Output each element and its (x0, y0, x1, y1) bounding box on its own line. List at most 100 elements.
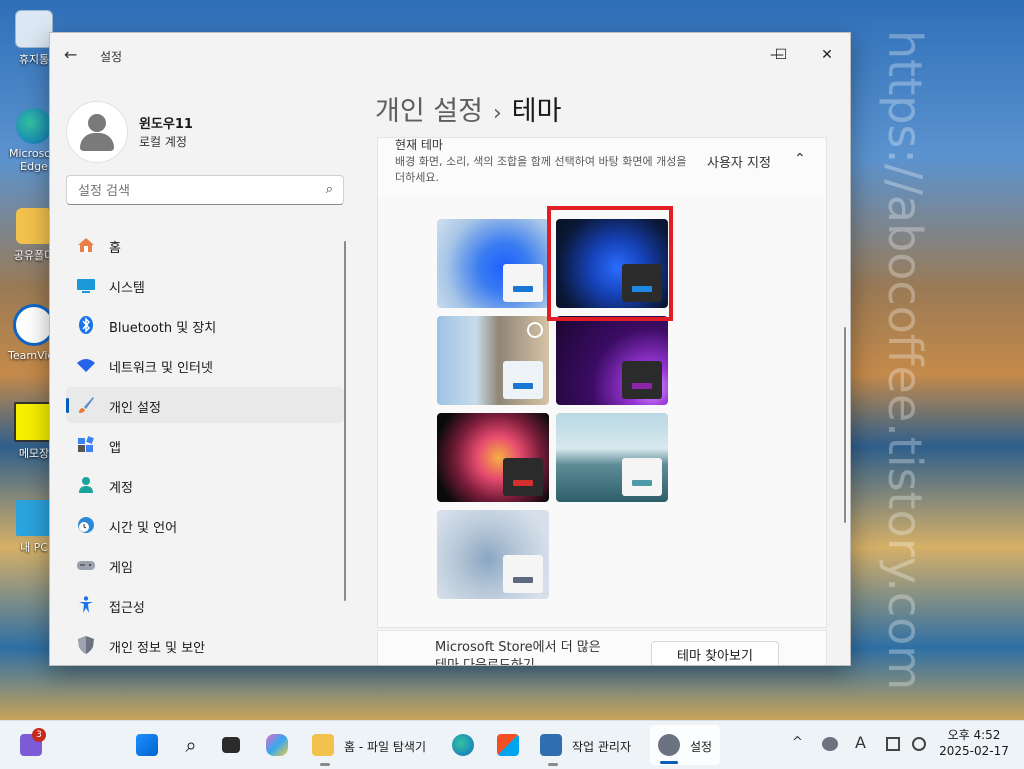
sidebar-item-network[interactable]: 네트워크 및 인터넷 (66, 347, 344, 383)
ime-indicator-icon[interactable]: A (855, 733, 866, 752)
notepad-icon (14, 402, 54, 442)
store-text-line2: 테마 다운로드하기 (435, 658, 535, 666)
close-button[interactable]: ✕ (813, 41, 841, 69)
sidebar-item-accessibility[interactable]: 접근성 (66, 587, 344, 623)
chevron-up-icon[interactable]: ⌃ (794, 151, 806, 167)
avatar (66, 101, 128, 163)
breadcrumb-parent[interactable]: 개인 설정 (375, 96, 483, 127)
taskbar-settings[interactable]: 설정 (650, 725, 720, 765)
sidebar-item-label: 계정 (109, 481, 133, 496)
sidebar-item-label: 앱 (109, 441, 121, 456)
browse-themes-button[interactable]: 테마 찾아보기 (651, 641, 779, 665)
settings-window: ← 설정 — ☐ ✕ 윈도우11 로컬 계정 ⌕ 홈 시스템 (49, 32, 851, 666)
sidebar-item-accounts[interactable]: 계정 (66, 467, 344, 503)
settings-icon (658, 734, 680, 756)
sidebar-item-apps[interactable]: 앱 (66, 427, 344, 463)
sidebar-item-label: 접근성 (109, 601, 145, 616)
copilot-icon (266, 734, 288, 756)
watermark-text: https://abocoffee.tistory.com (878, 30, 932, 691)
sidebar-item-gaming[interactable]: 게임 (66, 547, 344, 583)
profile-account-type: 로컬 계정 (139, 135, 187, 149)
back-arrow-icon[interactable]: ← (64, 45, 82, 64)
content-scrollbar[interactable] (844, 327, 846, 523)
sidebar-item-label: 네트워크 및 인터넷 (109, 361, 213, 376)
edge-icon (16, 108, 52, 144)
current-theme-value: 사용자 지정 (707, 156, 771, 171)
title-bar: ← 설정 — (50, 33, 850, 75)
folder-icon (16, 208, 52, 244)
taskbar-file-explorer[interactable]: 홈 - 파일 탐색기 (312, 731, 438, 766)
current-theme-card[interactable]: 현재 테마 배경 화면, 소리, 색의 조합을 함께 선택하여 바탕 화면에 개… (377, 137, 827, 199)
desktop-icon-label: 휴지통 (18, 53, 50, 66)
taskbar-label: 작업 관리자 (572, 740, 632, 754)
display-icon[interactable] (886, 737, 900, 751)
store-text-line1: Microsoft Store에서 더 많은 (435, 640, 601, 655)
theme-thumbnail-windows-spotlight[interactable] (437, 316, 549, 405)
task-manager-icon (540, 734, 562, 756)
page-title: 개인 설정 › 테마 (375, 89, 561, 128)
sidebar-item-time-language[interactable]: 시간 및 언어 (66, 507, 344, 543)
bluetooth-icon (76, 315, 96, 335)
sidebar-item-personalization[interactable]: 개인 설정 (66, 387, 344, 423)
shield-icon (76, 635, 96, 655)
sidebar-item-label: Bluetooth 및 장치 (109, 321, 217, 336)
sidebar-item-label: 개인 정보 및 보안 (109, 641, 206, 656)
breadcrumb-current: 테마 (511, 96, 562, 127)
wifi-icon (76, 355, 96, 375)
clock-date: 2025-02-17 (939, 744, 1009, 758)
desktop-icon-label: 내 PC (20, 541, 48, 554)
edge-icon (452, 734, 474, 756)
breadcrumb-separator-icon: › (492, 101, 502, 126)
home-icon (76, 235, 96, 255)
profile-name: 윈도우11 (139, 117, 193, 132)
sidebar-item-label: 홈 (109, 241, 121, 256)
apps-icon (76, 435, 96, 455)
sidebar-item-label: 게임 (109, 561, 133, 576)
theme-thumbnail-glow[interactable] (556, 316, 668, 405)
show-hidden-icons-chevron-icon[interactable]: ^ (792, 735, 803, 750)
desktop-icon-label: 메모장 (18, 447, 50, 460)
task-view-icon (222, 737, 240, 753)
current-theme-title: 현재 테마 (395, 138, 443, 152)
store-themes-card: Microsoft Store에서 더 많은 테마 다운로드하기 테마 찾아보기 (377, 630, 827, 666)
store-themes-text: Microsoft Store에서 더 많은 테마 다운로드하기 (435, 639, 601, 666)
sidebar-item-label: 개인 설정 (109, 401, 161, 416)
search-icon[interactable]: ⌕ (326, 182, 333, 197)
taskbar-label: 설정 (690, 740, 713, 754)
search-input[interactable] (76, 181, 310, 201)
active-indicator (66, 398, 69, 413)
sidebar-item-label: 시스템 (109, 281, 145, 296)
globe-clock-icon (76, 515, 96, 535)
gamepad-icon (76, 555, 96, 575)
system-clock[interactable]: 오후 4:52 2025-02-17 (938, 727, 1010, 759)
sidebar-item-bluetooth[interactable]: Bluetooth 및 장치 (66, 307, 344, 343)
brush-icon (76, 395, 96, 415)
notification-badge: 3 (32, 728, 46, 742)
selected-theme-highlight (547, 206, 673, 321)
theme-thumbnail-flow[interactable] (437, 510, 549, 599)
start-icon (136, 734, 158, 756)
accessibility-icon (76, 595, 96, 615)
pc-icon (16, 500, 52, 536)
store-icon (497, 734, 519, 756)
search-icon: ⌕ (185, 733, 197, 757)
sidebar-nav: 홈 시스템 Bluetooth 및 장치 네트워크 및 인터넷 개인 설정 앱 … (66, 227, 344, 665)
theme-thumbnail-sunrise[interactable] (556, 413, 668, 502)
settings-search-box[interactable]: ⌕ (66, 175, 344, 205)
theme-thumbnail-captured-motion[interactable] (437, 413, 549, 502)
account-icon (76, 475, 96, 495)
onedrive-icon[interactable] (822, 737, 838, 751)
maximize-button[interactable]: ☐ (767, 41, 795, 69)
sidebar-item-label: 시간 및 언어 (109, 521, 178, 536)
sidebar-item-home[interactable]: 홈 (66, 227, 344, 263)
taskbar-task-manager[interactable]: 작업 관리자 (540, 731, 644, 766)
sidebar-scrollbar[interactable] (344, 241, 346, 601)
volume-muted-icon[interactable] (912, 737, 926, 751)
taskbar-label: 홈 - 파일 탐색기 (344, 740, 427, 754)
sidebar-item-privacy-security[interactable]: 개인 정보 및 보안 (66, 627, 344, 663)
spotlight-camera-icon (527, 322, 543, 338)
theme-thumbnail-windows-light[interactable] (437, 219, 549, 308)
window-title: 설정 (100, 50, 123, 64)
sidebar-item-system[interactable]: 시스템 (66, 267, 344, 303)
recycle-bin-icon (15, 10, 53, 48)
